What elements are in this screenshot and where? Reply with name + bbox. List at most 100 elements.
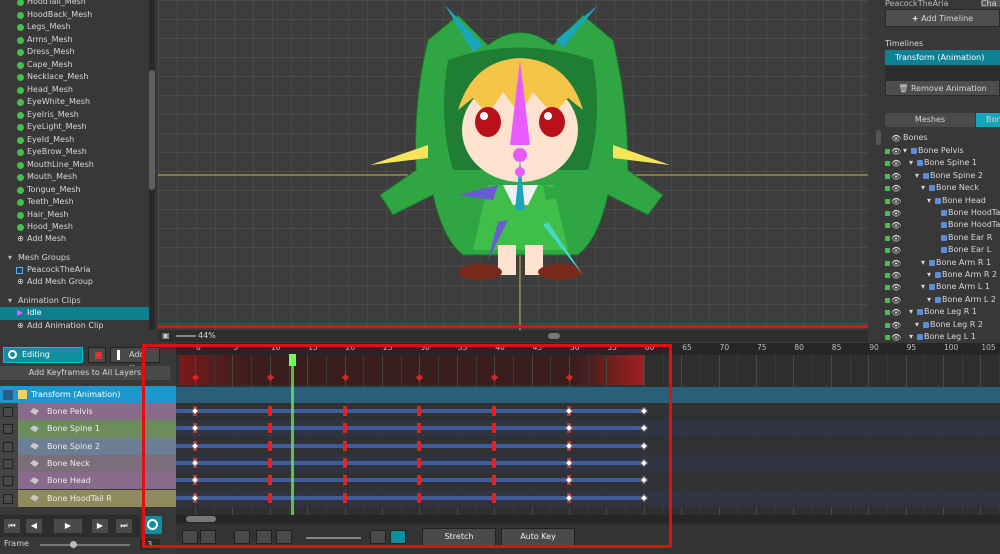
keyframe[interactable] (492, 475, 497, 486)
add-key-button[interactable]: Add Key (110, 347, 160, 373)
visibility-toggle[interactable] (885, 173, 890, 179)
frame-input[interactable]: 13 (140, 539, 160, 550)
keyframe[interactable] (417, 475, 422, 486)
last-frame-button[interactable]: ⏭ (116, 519, 132, 533)
keyframe[interactable] (267, 475, 272, 486)
clip-item-idle[interactable]: ▶ Idle (0, 307, 149, 320)
first-frame-button[interactable]: ⏮ (4, 519, 20, 533)
fit-range-button[interactable] (370, 530, 386, 544)
mesh-item[interactable]: EyeLight_Mesh (0, 121, 150, 134)
keyframe[interactable] (342, 440, 347, 451)
keyframe[interactable] (492, 492, 497, 503)
bone-item[interactable]: 👁 ▾ Bone Head (876, 195, 1000, 207)
bone-item[interactable]: 👁 Bone Ear R (876, 232, 1000, 244)
timeline-ruler[interactable]: 0 5 10 15 20 25 30 35 40 45 50 55 60 65 70 75 80 85 90 95 10… (176, 343, 1000, 355)
timeline-scrollbar[interactable] (176, 515, 1000, 523)
add-keyframes-all-button[interactable]: Add Keyframes to All Layers (0, 366, 170, 380)
keyframe[interactable] (342, 457, 347, 468)
add-timeline-button[interactable]: + Add Timeline (885, 9, 1000, 27)
layer-toggle[interactable] (3, 441, 13, 452)
visibility-toggle[interactable] (885, 248, 890, 254)
layout-large-button[interactable] (276, 530, 292, 544)
visibility-toggle[interactable] (885, 297, 890, 303)
visibility-toggle[interactable] (885, 285, 890, 291)
timeline-scroll-thumb[interactable] (186, 516, 216, 522)
add-animation-clip-item[interactable]: ⊕ Add Animation Clip (0, 320, 150, 330)
mesh-item[interactable]: MouthLine_Mesh (0, 159, 150, 172)
next-frame-button[interactable]: ▶ (92, 519, 108, 533)
prev-frame-button[interactable]: ◀ (26, 519, 42, 533)
bone-item[interactable]: 👁 ▾ Bone Arm L 2 (876, 294, 1000, 306)
keyframe[interactable] (417, 440, 422, 451)
expand-arrow-icon[interactable]: ▾ (927, 294, 931, 306)
zoom-slider[interactable] (176, 335, 196, 337)
mesh-item[interactable]: EyeWhite_Mesh (0, 96, 150, 109)
mesh-item[interactable]: Hood_Mesh (0, 221, 150, 234)
bone-item[interactable]: 👁 ▾ Bone Spine 1 (876, 157, 1000, 169)
remove-animation-button[interactable]: 🗑 Remove Animation (885, 80, 1000, 96)
expand-arrow-icon[interactable]: ▾ (915, 170, 919, 182)
layer-row[interactable]: Bone Spine 2 (0, 437, 176, 455)
keyframe[interactable] (492, 423, 497, 434)
mesh-item[interactable]: Head_Mesh (0, 84, 150, 97)
bone-item[interactable]: 👁 ▾ Bone Arm R 2 (876, 269, 1000, 281)
tab-bone[interactable]: Bone (976, 113, 1000, 127)
snap-button[interactable] (182, 530, 198, 544)
mesh-item[interactable]: Tongue_Mesh (0, 184, 150, 197)
add-mesh-item[interactable]: ⊕ Add Mesh (0, 233, 150, 246)
mesh-item[interactable]: Hair_Mesh (0, 209, 150, 222)
visibility-toggle[interactable] (885, 211, 890, 216)
keyframe[interactable] (492, 457, 497, 468)
expand-arrow-icon[interactable]: ▾ (921, 281, 925, 293)
keyframe[interactable] (342, 406, 347, 416)
bone-item[interactable]: 👁 ▾ Bone Arm L 1 (876, 281, 1000, 293)
layer-toggle[interactable] (3, 424, 13, 435)
mesh-item[interactable]: Cape_Mesh (0, 59, 150, 72)
bone-item[interactable]: 👁 ▾ Bone Leg L 1 (876, 331, 1000, 343)
visibility-toggle[interactable] (885, 335, 890, 340)
mesh-item[interactable]: Legs_Mesh (0, 21, 150, 34)
bone-item[interactable]: 👁 ▾ Bone Spine 2 (876, 170, 1000, 182)
timeline-item[interactable]: Transform (Animation) (885, 50, 1000, 65)
mesh-item[interactable]: EyeIris_Mesh (0, 109, 150, 122)
eye-toggle-button[interactable] (200, 530, 216, 544)
bone-item[interactable]: 👁 Bone HoodTa (876, 219, 1000, 231)
keyframe[interactable] (267, 492, 272, 503)
keyframe[interactable] (492, 440, 497, 451)
expand-arrow-icon[interactable]: ▾ (915, 319, 919, 331)
playhead-handle[interactable] (289, 354, 297, 366)
visibility-toggle[interactable] (885, 186, 890, 192)
expand-arrow-icon[interactable]: ▾ (921, 182, 925, 194)
keyframe[interactable] (267, 406, 272, 416)
keyframe[interactable] (417, 406, 422, 416)
timeline-zoom-slider[interactable] (306, 537, 361, 539)
layer-row[interactable]: Bone Neck (0, 454, 176, 473)
layer-group-transform[interactable]: Transform (Animation) (0, 386, 176, 404)
layout-small-button[interactable] (234, 530, 250, 544)
visibility-toggle[interactable] (885, 161, 890, 167)
mesh-item[interactable]: EyeId_Mesh (0, 134, 150, 147)
visibility-toggle[interactable] (885, 310, 890, 316)
layer-toggle[interactable] (3, 476, 13, 487)
visibility-toggle[interactable] (885, 322, 890, 328)
frame-slider[interactable] (40, 541, 130, 548)
visibility-toggle[interactable] (885, 223, 890, 229)
lock-button[interactable] (88, 347, 106, 363)
mesh-item[interactable]: Arms_Mesh (0, 34, 150, 47)
auto-key-button[interactable]: Auto Key (501, 528, 575, 546)
bone-item[interactable]: 👁 ▾ Bone Neck (876, 182, 1000, 194)
bone-item[interactable]: 👁 ▾ Bone Arm R 1 (876, 257, 1000, 269)
play-button[interactable]: ▶ (54, 519, 82, 533)
bone-item[interactable]: 👁 Bone HoodTa (876, 207, 1000, 219)
expand-arrow-icon[interactable]: ▾ (927, 269, 931, 281)
editing-toggle[interactable]: Editing (3, 347, 83, 363)
expand-arrow-icon[interactable]: ▾ (921, 257, 925, 269)
bone-item[interactable]: 👁 ▾ Bone Leg R 1 (876, 306, 1000, 318)
keyframe[interactable] (267, 457, 272, 468)
mesh-item[interactable]: Dress_Mesh (0, 46, 150, 59)
loop-button[interactable] (144, 516, 162, 534)
expand-arrow-icon[interactable]: ▾ (909, 157, 913, 169)
scene-viewport[interactable] (158, 0, 868, 330)
mesh-groups-header[interactable]: ▾ Mesh Groups (0, 252, 150, 265)
layer-toggle[interactable] (3, 493, 13, 504)
